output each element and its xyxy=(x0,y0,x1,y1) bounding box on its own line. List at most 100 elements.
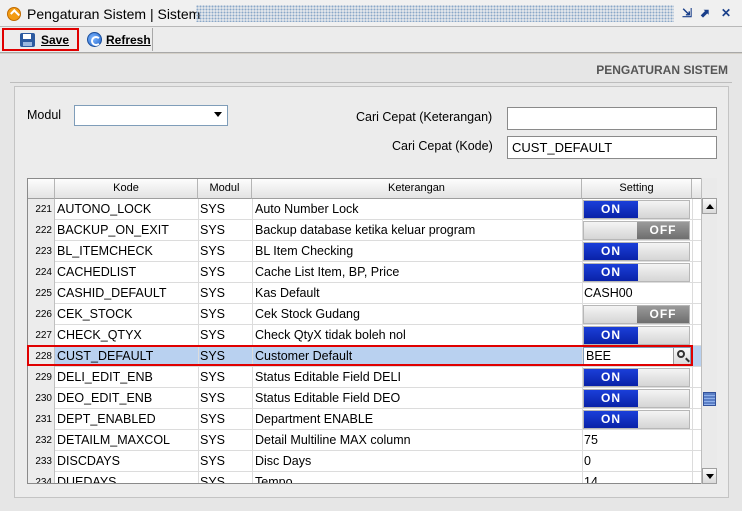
setting-toggle[interactable]: OFF xyxy=(583,221,690,240)
column-header-modul[interactable]: Modul xyxy=(198,179,252,199)
save-button[interactable]: Save xyxy=(2,28,79,51)
table-row[interactable]: 222 BACKUP_ON_EXIT SYS Backup database keti… xyxy=(28,220,702,241)
modul-select[interactable] xyxy=(74,105,228,126)
close-icon[interactable]: ✕ xyxy=(719,6,733,20)
cell-modul: SYS xyxy=(200,370,226,384)
cell-keterangan: Status Editable Field DEO xyxy=(255,391,401,405)
row-number: 234 xyxy=(28,472,55,483)
cell-kode: BL_ITEMCHECK xyxy=(57,244,153,258)
cell-keterangan: Backup database ketika keluar program xyxy=(255,223,476,237)
refresh-icon xyxy=(87,32,102,47)
cell-kode: CACHEDLIST xyxy=(57,265,137,279)
toggle-off-label: OFF xyxy=(637,306,689,323)
lookup-button[interactable] xyxy=(673,348,690,365)
row-number: 226 xyxy=(28,304,55,325)
table-row[interactable]: 229 DELI_EDIT_ENB SYS Status Editable Field… xyxy=(28,367,702,388)
title-grip[interactable] xyxy=(196,5,674,22)
modul-label: Modul xyxy=(27,108,62,122)
arrow-down-icon xyxy=(706,474,714,479)
table-row[interactable]: 230 DEO_EDIT_ENB SYS Status Editable Field … xyxy=(28,388,702,409)
row-number: 228 xyxy=(28,346,55,367)
cari-keterangan-label: Cari Cepat (Keterangan) xyxy=(356,110,493,124)
vertical-scrollbar[interactable] xyxy=(701,178,717,484)
table-row[interactable]: 224 CACHEDLIST SYS Cache List Item, BP, Pri… xyxy=(28,262,702,283)
setting-value[interactable]: 75 xyxy=(584,433,598,447)
cell-kode: CUST_DEFAULT xyxy=(57,349,154,363)
toggle-on-label: ON xyxy=(584,369,638,386)
grid-line xyxy=(692,199,693,483)
section-title: PENGATURAN SISTEM xyxy=(596,63,728,77)
refresh-button[interactable]: Refresh xyxy=(83,28,153,51)
cari-kode-input[interactable]: CUST_DEFAULT xyxy=(507,136,717,159)
toggle-on-label: ON xyxy=(584,411,638,428)
column-header-setting[interactable]: Setting xyxy=(582,179,692,199)
table-row[interactable]: 223 BL_ITEMCHECK SYS BL Item Checking ON xyxy=(28,241,702,262)
toggle-on-label: ON xyxy=(584,264,638,281)
row-number: 221 xyxy=(28,199,55,220)
scroll-down-button[interactable] xyxy=(702,468,717,484)
cell-keterangan: BL Item Checking xyxy=(255,244,354,258)
setting-value[interactable]: 0 xyxy=(584,454,591,468)
cell-kode: DISCDAYS xyxy=(57,454,120,468)
refresh-label: Refresh xyxy=(106,32,151,47)
row-number: 231 xyxy=(28,409,55,430)
setting-toggle[interactable]: ON xyxy=(583,410,690,429)
scroll-up-button[interactable] xyxy=(702,198,717,214)
arrow-up-icon xyxy=(706,204,714,209)
cell-keterangan: Tempo xyxy=(255,475,293,484)
cell-keterangan: Cek Stock Gudang xyxy=(255,307,360,321)
cell-keterangan: Check QtyX tidak boleh nol xyxy=(255,328,406,342)
table-row[interactable]: 231 DEPT_ENABLED SYS Department ENABLE ON xyxy=(28,409,702,430)
save-label: Save xyxy=(41,32,70,47)
floppy-disk-icon xyxy=(20,32,35,47)
column-header-kode[interactable]: Kode xyxy=(55,179,198,199)
table-row[interactable]: 233 DISCDAYS SYS Disc Days 0 xyxy=(28,451,702,472)
restore-icon[interactable]: ⇲ xyxy=(680,6,694,20)
table-row[interactable]: 225 CASHID_DEFAULT SYS Kas Default CASH00 xyxy=(28,283,702,304)
cell-modul: SYS xyxy=(200,286,226,300)
setting-toggle[interactable]: ON xyxy=(583,368,690,387)
setting-lookup-input[interactable]: BEE xyxy=(583,347,691,366)
cell-modul: SYS xyxy=(200,475,226,484)
cari-keterangan-input[interactable] xyxy=(507,107,717,130)
setting-value[interactable]: 14 xyxy=(584,475,598,483)
toolbar: Save Refresh xyxy=(0,27,742,53)
cell-modul: SYS xyxy=(200,349,226,363)
table-row[interactable]: 227 CHECK_QTYX SYS Check QtyX tidak boleh n… xyxy=(28,325,702,346)
setting-toggle[interactable]: ON xyxy=(583,200,690,219)
cell-modul: SYS xyxy=(200,328,226,342)
scroll-thumb[interactable] xyxy=(703,392,716,406)
maximize-icon[interactable]: ⬈ xyxy=(698,6,712,20)
cell-keterangan: Auto Number Lock xyxy=(255,202,359,216)
setting-toggle[interactable]: ON xyxy=(583,389,690,408)
row-number: 227 xyxy=(28,325,55,346)
setting-toggle[interactable]: ON xyxy=(583,326,690,345)
setting-toggle[interactable]: ON xyxy=(583,242,690,261)
setting-toggle[interactable]: OFF xyxy=(583,305,690,324)
cell-keterangan: Kas Default xyxy=(255,286,320,300)
setting-value[interactable]: CASH00 xyxy=(584,286,633,300)
row-number: 233 xyxy=(28,451,55,472)
row-number: 229 xyxy=(28,367,55,388)
divider xyxy=(10,82,732,83)
cell-keterangan: Status Editable Field DELI xyxy=(255,370,401,384)
row-number: 230 xyxy=(28,388,55,409)
cell-modul: SYS xyxy=(200,223,226,237)
cell-modul: SYS xyxy=(200,265,226,279)
cell-kode: DETAILM_MAXCOL xyxy=(57,433,170,447)
column-header-keterangan[interactable]: Keterangan xyxy=(252,179,582,199)
cell-kode: DUEDAYS xyxy=(57,475,117,484)
row-number: 222 xyxy=(28,220,55,241)
cell-kode: DEO_EDIT_ENB xyxy=(57,391,153,405)
app-icon xyxy=(7,7,21,21)
table-row[interactable]: 232 DETAILM_MAXCOL SYS Detail Multiline MAX… xyxy=(28,430,702,451)
cell-modul: SYS xyxy=(200,433,226,447)
table-row[interactable]: 228 CUST_DEFAULT SYS Customer Default BEE xyxy=(28,346,702,367)
cell-keterangan: Cache List Item, BP, Price xyxy=(255,265,400,279)
row-number: 232 xyxy=(28,430,55,451)
table-row[interactable]: 226 CEK_STOCK SYS Cek Stock Gudang OFF xyxy=(28,304,702,325)
table-row[interactable]: 221 AUTONO_LOCK SYS Auto Number Lock ON xyxy=(28,199,702,220)
table-row[interactable]: 234 DUEDAYS SYS Tempo 14 xyxy=(28,472,702,484)
cari-kode-label: Cari Cepat (Kode) xyxy=(392,139,493,153)
setting-toggle[interactable]: ON xyxy=(583,263,690,282)
